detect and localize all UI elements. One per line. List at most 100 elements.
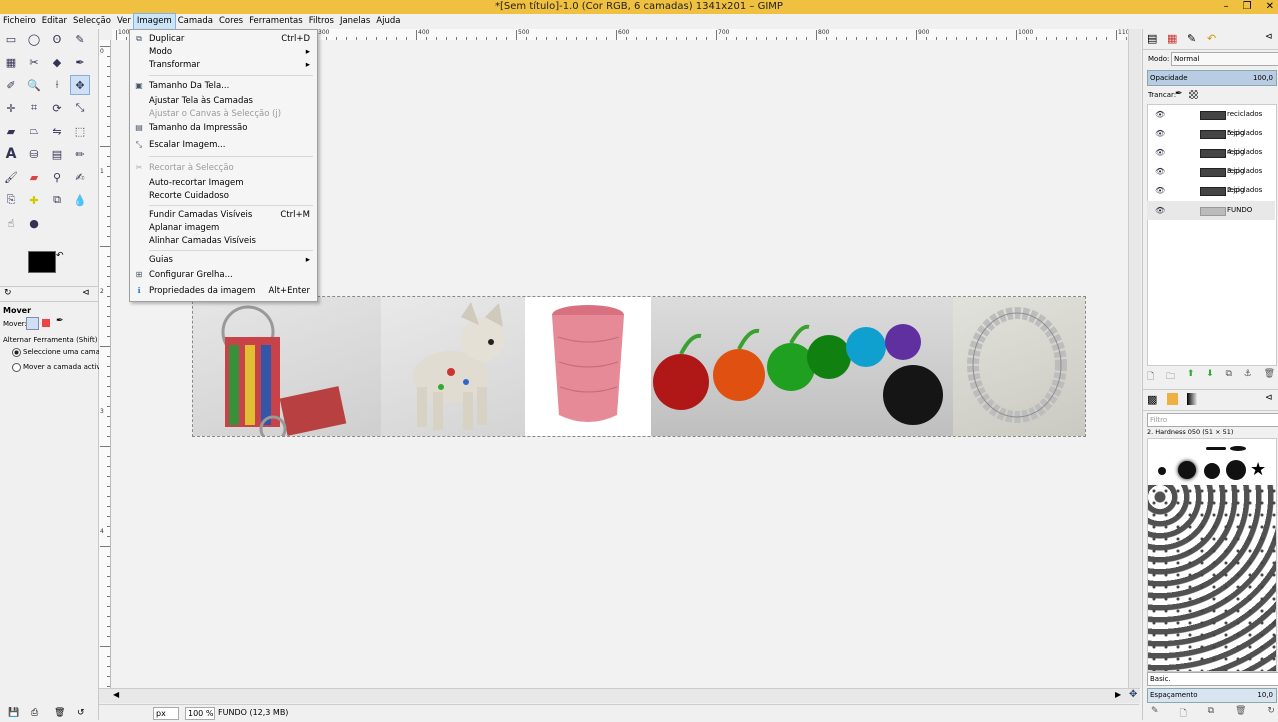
brush-cell[interactable] [1226,460,1246,480]
duplicate-layer-icon[interactable]: ⧉ [1225,369,1231,383]
brush-cell[interactable] [1158,467,1166,475]
menu-ficheiro[interactable]: Ficheiro [0,14,39,29]
menu-item-fundir-camadas[interactable]: Fundir Camadas Visíveis Ctrl+M [149,209,313,222]
undo-tab-icon[interactable]: ↶ [1207,32,1216,45]
menu-imagem[interactable]: Imagem [132,13,176,30]
airbrush-icon[interactable]: ⚲ [48,168,66,186]
menu-seleccao[interactable]: Selecção [70,14,114,29]
edit-brush-icon[interactable]: ✎ [1151,706,1159,718]
maximize-button[interactable]: ❐ [1243,0,1252,14]
perspective-clone-icon[interactable]: ⧉ [48,191,66,209]
menu-item-recorte-cuidadoso[interactable]: Recorte Cuidadoso [149,190,313,203]
vertical-ruler[interactable]: 0 1 2 3 4 [99,40,111,688]
heal-icon[interactable]: ✚ [25,191,43,209]
menu-camada[interactable]: Camada [175,14,216,29]
bucket-fill-icon[interactable]: ⛁ [25,145,43,163]
gradient-icon[interactable]: ▤ [48,145,66,163]
text-tool-icon[interactable]: A [2,145,20,163]
save-options-icon[interactable]: 💾 [8,708,19,718]
lasso-icon[interactable]: ʘ [48,30,66,48]
restore-options-icon[interactable]: ⎙ [31,708,38,718]
gradients-tab-icon[interactable] [1187,393,1198,405]
new-layer-icon[interactable]: 🗋 [1147,369,1154,383]
horizontal-scrollbar[interactable]: ◀ ▶ ✥ [99,688,1140,703]
move-layer-icon[interactable] [26,317,39,330]
perspective-icon[interactable]: ⏢ [25,122,43,140]
smudge-icon[interactable]: ☝ [2,214,20,232]
swap-colors-icon[interactable]: ↶ [56,251,64,261]
menu-item-tamanho-impressao[interactable]: Tamanho da Impressão [149,122,313,135]
radio-active-layer[interactable] [12,363,21,372]
lock-pixels-icon[interactable]: ✒ [1175,89,1183,99]
menu-ferramentas[interactable]: Ferramentas [246,14,306,29]
scroll-left-icon[interactable]: ◀ [113,690,119,699]
brush-filter-input[interactable]: Filtro [1147,413,1278,427]
scale-icon[interactable]: ⤡ [71,99,89,117]
scroll-right-icon[interactable]: ▶ [1115,690,1121,699]
brush-cell[interactable] [1204,463,1220,479]
menu-item-transformar[interactable]: Transformar ▸ [149,59,313,72]
menu-ver[interactable]: Ver [114,14,134,29]
layers-dock-menu-icon[interactable]: ⊲ [1265,32,1273,42]
minimize-button[interactable]: – [1224,0,1229,14]
lock-alpha-icon[interactable] [1189,90,1198,99]
layer-row[interactable]: 👁 reciclados 3.jpg [1147,143,1275,175]
by-color-select-icon[interactable]: ▦ [2,53,20,71]
new-group-icon[interactable]: 🗀 [1166,369,1175,383]
menu-item-ajustar-canvas-seleccao[interactable]: Ajustar o Canvas à Selecção (j) [149,108,313,121]
menu-item-escalar-imagem[interactable]: Escalar Imagem... [149,139,313,152]
dock-menu-icon[interactable]: ⊲ [82,288,90,298]
layer-row[interactable]: 👁 reciclados 4.jpg [1147,124,1275,156]
layer-row[interactable]: 👁 reciclados 5.jpg [1147,105,1275,137]
zoom-icon[interactable]: 🔍 [25,76,43,94]
menu-filtros[interactable]: Filtros [306,14,337,29]
move-path-icon[interactable]: ✒ [56,316,64,326]
menu-item-tamanho-da-tela[interactable]: Tamanho Da Tela... [149,80,313,93]
ink-icon[interactable]: ✍ [71,168,89,186]
raise-layer-icon[interactable]: ⬆ [1187,369,1195,383]
visibility-eye-icon[interactable]: 👁 [1155,124,1165,143]
anchor-layer-icon[interactable]: ⚓ [1244,369,1252,383]
layer-mode-select[interactable]: Normal [1171,52,1278,66]
radio-pick-layer[interactable] [12,348,21,357]
layers-tab-icon[interactable]: ▤ [1147,32,1157,45]
flip-icon[interactable]: ⇋ [48,122,66,140]
visibility-eye-icon[interactable]: 👁 [1155,105,1165,124]
align-icon[interactable]: ✛ [2,99,20,117]
image-strip[interactable] [192,296,1086,437]
menu-item-guias[interactable]: Guias ▸ [149,254,313,267]
menu-item-auto-recortar[interactable]: Auto-recortar Imagem [149,177,313,190]
opacity-slider[interactable]: Opacidade 100,0 [1147,70,1277,86]
unit-select[interactable]: px [153,707,179,720]
delete-brush-icon[interactable]: 🗑 [1235,706,1246,718]
navigate-icon[interactable]: ✥ [1129,689,1137,700]
measure-icon[interactable]: ⟊ [48,76,66,94]
visibility-eye-icon[interactable]: 👁 [1155,143,1165,162]
menu-item-modo[interactable]: Modo ▸ [149,46,313,59]
layer-row[interactable]: 👁 reciclados 2.jpg [1147,162,1275,194]
brush-texture-cells[interactable] [1148,485,1276,671]
layer-row[interactable]: 👁 FUNDO [1147,201,1275,220]
rotate-icon[interactable]: ⟳ [48,99,66,117]
visibility-eye-icon[interactable]: 👁 [1155,181,1165,200]
brush-grid[interactable]: ★ [1147,438,1277,672]
move-selection-icon[interactable] [42,319,50,327]
brushes-dock-menu-icon[interactable]: ⊲ [1265,393,1273,403]
spacing-slider[interactable]: Espaçamento 10,0 [1147,688,1277,703]
tool-options-icon[interactable]: ↻ [4,288,12,298]
brush-preset-select[interactable]: Basic. [1147,672,1278,686]
menu-item-aplanar-imagem[interactable]: Aplanar imagem [149,222,313,235]
close-button[interactable]: ✕ [1266,0,1274,14]
foreground-select-icon[interactable]: ◆ [48,53,66,71]
visibility-eye-icon[interactable]: 👁 [1155,162,1165,181]
rect-select-icon[interactable]: ▭ [2,30,20,48]
channels-tab-icon[interactable]: ▦ [1167,32,1177,45]
refresh-brushes-icon[interactable]: ↻ [1267,706,1275,718]
cage-icon[interactable]: ⬚ [71,122,89,140]
star-brush-icon[interactable]: ★ [1250,459,1266,480]
patterns-tab-icon[interactable] [1167,393,1178,405]
zoom-select[interactable]: 100 % [185,707,215,720]
crop-icon[interactable]: ⌗ [25,99,43,117]
paintbrush-icon[interactable]: 🖌 [2,168,20,186]
delete-options-icon[interactable]: 🗑 [54,708,65,718]
